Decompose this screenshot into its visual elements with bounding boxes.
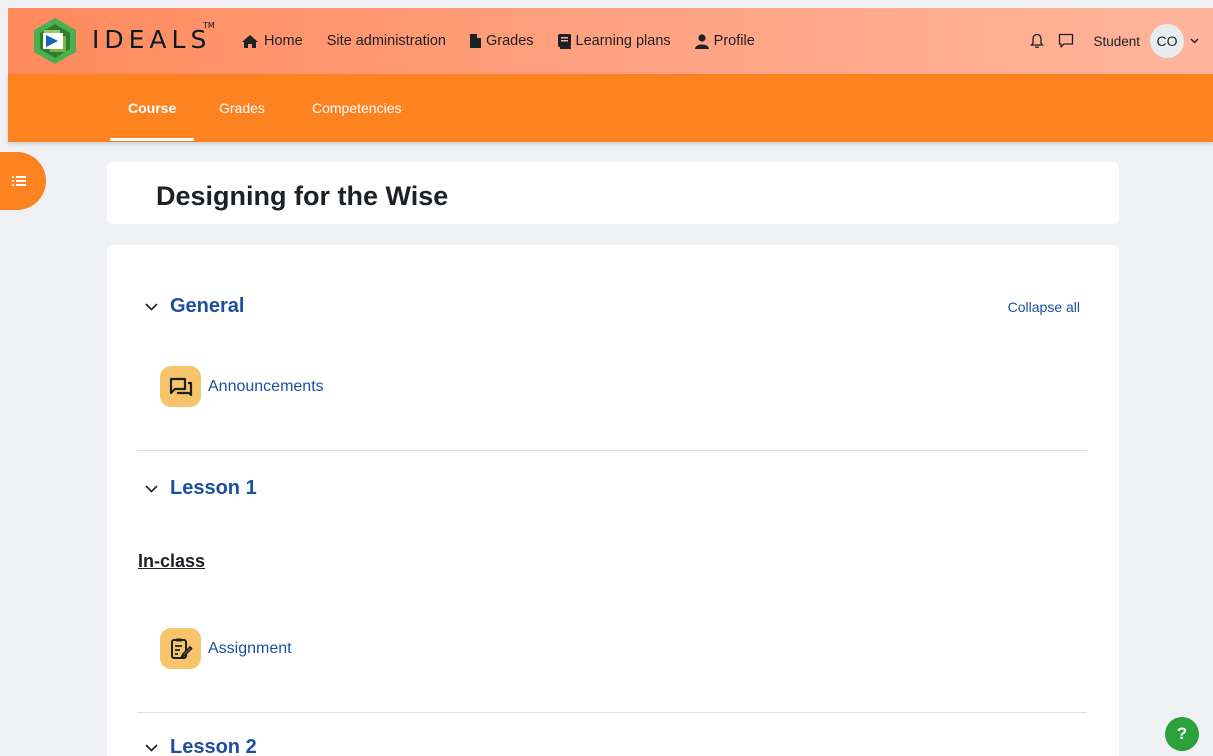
course-content: General Collapse all Announcements Lesso… [107, 245, 1119, 756]
nav-item-label: Profile [713, 33, 755, 49]
ideals-logo-icon[interactable] [30, 16, 80, 66]
section-title: Lesson 1 [170, 477, 257, 499]
avatar[interactable]: CO [1150, 24, 1184, 58]
list-icon [12, 176, 26, 186]
user-role-label: Student [1093, 33, 1140, 49]
bell-icon [1030, 33, 1045, 48]
nav-item-home[interactable]: Home [241, 33, 303, 49]
brand-name[interactable]: IDEALS [92, 25, 211, 54]
page-title: Designing for the Wise [156, 181, 449, 211]
activity-assignment[interactable]: Assignment [160, 628, 292, 669]
nav-item-learning-plans[interactable]: Learning plans [557, 33, 671, 49]
messages-button[interactable] [1058, 33, 1074, 49]
activity-link[interactable]: Assignment [208, 640, 292, 658]
nav-item-site-administration[interactable]: Site administration [327, 33, 446, 49]
collapse-all-link[interactable]: Collapse all [1008, 299, 1080, 315]
chevron-down-icon [145, 743, 158, 752]
section-divider [137, 712, 1087, 713]
section-subheading: In-class [138, 551, 206, 571]
chevron-down-icon [145, 302, 158, 311]
chevron-down-icon [145, 484, 158, 493]
home-icon [242, 34, 258, 48]
section-divider [137, 450, 1087, 451]
nav-item-label: Site administration [326, 33, 446, 49]
course-secondary-nav: Course Grades Competencies [8, 74, 1213, 142]
nav-item-label: Learning plans [575, 33, 671, 49]
nav-item-label: Home [264, 33, 303, 49]
top-navbar: IDEALS TM Home Site administration Grade… [8, 8, 1213, 74]
section-title: General [170, 295, 245, 317]
assignment-icon [160, 628, 201, 669]
help-button[interactable]: ? [1165, 717, 1199, 751]
chevron-down-icon[interactable] [1190, 38, 1199, 44]
nav-item-profile[interactable]: Profile [694, 33, 755, 49]
tab-course[interactable]: Course [128, 74, 176, 142]
primary-nav: Home Site administration Grades Learning… [241, 8, 779, 74]
forum-icon [160, 366, 201, 407]
course-index-toggle[interactable] [0, 152, 46, 210]
user-icon [694, 33, 709, 49]
nav-item-grades[interactable]: Grades [469, 33, 534, 49]
nav-item-label: Grades [485, 33, 534, 49]
brand-trademark: TM [203, 21, 215, 30]
section-toggle-lesson-1[interactable]: Lesson 1 [145, 477, 257, 500]
section-title: Lesson 2 [170, 736, 257, 756]
section-toggle-lesson-2[interactable]: Lesson 2 [145, 736, 257, 756]
notifications-button[interactable] [1030, 33, 1045, 49]
activity-announcements[interactable]: Announcements [160, 366, 324, 407]
chat-icon [1059, 33, 1074, 48]
book-icon [557, 33, 571, 49]
tab-grades[interactable]: Grades [219, 74, 265, 142]
tab-competencies[interactable]: Competencies [312, 74, 402, 142]
active-tab-indicator [110, 138, 194, 141]
user-menu-area: Student CO [1016, 8, 1199, 74]
activity-link[interactable]: Announcements [208, 378, 324, 396]
section-toggle-general[interactable]: General [145, 295, 244, 318]
page-header: Designing for the Wise [107, 162, 1119, 224]
file-icon [469, 34, 481, 48]
